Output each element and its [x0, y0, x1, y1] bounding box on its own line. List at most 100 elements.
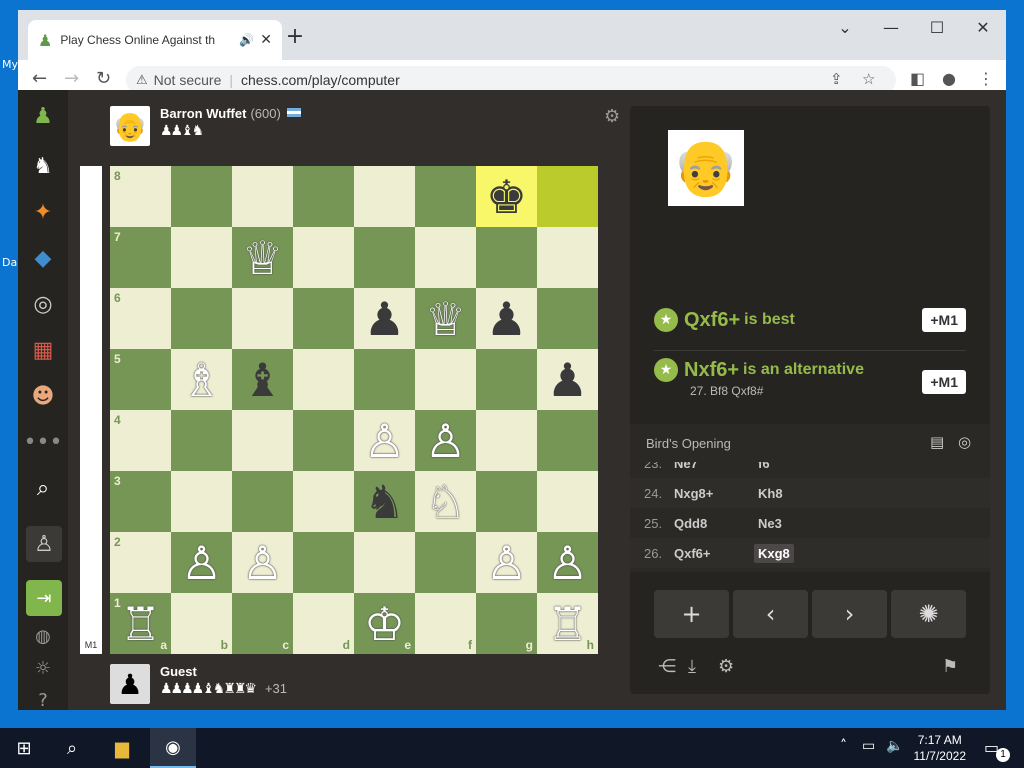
chessboard[interactable]: 8 ♚ 7 ♕ 6 ♟ ♕ ♟ 5 ♗ ♝ ♟ 4 ♙ ♙ 3 ♞ ♘ 2 ♙ ♙ ♙ ♙ 1 a ♖ b c d e ♔ f g h ♖: [110, 166, 598, 654]
black-move[interactable]: Ne3: [754, 514, 786, 533]
square-c5[interactable]: ♝: [232, 349, 293, 410]
play-icon[interactable]: ♞: [18, 148, 68, 184]
square-c6[interactable]: [232, 288, 293, 349]
square-g1[interactable]: g: [476, 593, 537, 654]
square-f5[interactable]: [415, 349, 476, 410]
square-h6[interactable]: [537, 288, 598, 349]
opening-name[interactable]: Bird's Opening: [646, 436, 731, 451]
square-e5[interactable]: [354, 349, 415, 410]
chrome-taskbar-icon[interactable]: ◉: [150, 728, 196, 768]
white-bishop-piece[interactable]: ♗: [181, 353, 222, 407]
square-g6[interactable]: ♟: [476, 288, 537, 349]
square-g4[interactable]: [476, 410, 537, 471]
search-icon[interactable]: ⌕: [18, 470, 68, 506]
resign-flag-icon[interactable]: ⚑: [942, 656, 958, 677]
back-icon[interactable]: ←: [32, 68, 47, 89]
square-e6[interactable]: ♟: [354, 288, 415, 349]
square-g8[interactable]: ♚: [476, 166, 537, 227]
square-d4[interactable]: [293, 410, 354, 471]
square-d7[interactable]: [293, 227, 354, 288]
square-c4[interactable]: [232, 410, 293, 471]
square-c2[interactable]: ♙: [232, 532, 293, 593]
square-c7[interactable]: ♕: [232, 227, 293, 288]
white-queen-piece[interactable]: ♕: [425, 292, 466, 346]
square-h5[interactable]: ♟: [537, 349, 598, 410]
white-move[interactable]: Ne7: [674, 462, 754, 471]
black-knight-piece[interactable]: ♞: [364, 475, 405, 529]
network-icon[interactable]: ▭: [862, 738, 875, 754]
puzzles-icon[interactable]: ✦: [18, 194, 68, 230]
theme-icon[interactable]: ☼: [18, 650, 68, 686]
square-a5[interactable]: 5: [110, 349, 171, 410]
black-move[interactable]: Kxg8: [754, 543, 794, 563]
watch-icon[interactable]: ◎: [18, 286, 68, 322]
square-b2[interactable]: ♙: [171, 532, 232, 593]
white-move[interactable]: Nxg8+: [674, 486, 754, 501]
white-pawn-piece[interactable]: ♙: [242, 536, 283, 590]
learn-icon[interactable]: ◆: [18, 240, 68, 276]
reload-icon[interactable]: ↻: [96, 68, 111, 89]
square-b8[interactable]: [171, 166, 232, 227]
more-icon[interactable]: •••: [18, 424, 68, 460]
black-pawn-piece[interactable]: ♟: [547, 353, 588, 407]
white-king-piece[interactable]: ♔: [364, 597, 405, 651]
square-d2[interactable]: [293, 532, 354, 593]
square-e8[interactable]: [354, 166, 415, 227]
share-game-icon[interactable]: ⋲: [658, 656, 676, 677]
book-icon[interactable]: ▤: [930, 433, 944, 451]
square-e7[interactable]: [354, 227, 415, 288]
language-globe-icon[interactable]: ◍: [18, 618, 68, 654]
square-h1[interactable]: h ♖: [537, 593, 598, 654]
taskbar-search-icon[interactable]: ⌕: [52, 728, 92, 768]
square-a8[interactable]: 8: [110, 166, 171, 227]
square-b5[interactable]: ♗: [171, 349, 232, 410]
next-move-button[interactable]: ›: [812, 590, 887, 638]
square-a7[interactable]: 7: [110, 227, 171, 288]
chess-logo-icon[interactable]: ♟: [18, 98, 68, 134]
hint-lightbulb-button[interactable]: ✺: [891, 590, 966, 638]
square-e1[interactable]: e ♔: [354, 593, 415, 654]
white-pawn-piece[interactable]: ♙: [547, 536, 588, 590]
square-h8[interactable]: [537, 166, 598, 227]
warning-icon[interactable]: ⚠: [136, 73, 148, 88]
square-h2[interactable]: ♙: [537, 532, 598, 593]
download-icon[interactable]: ⤓: [688, 656, 696, 677]
square-d1[interactable]: d: [293, 593, 354, 654]
forward-icon[interactable]: →: [64, 68, 79, 89]
square-b7[interactable]: [171, 227, 232, 288]
square-g3[interactable]: [476, 471, 537, 532]
black-pawn-piece[interactable]: ♟: [486, 292, 527, 346]
square-g5[interactable]: [476, 349, 537, 410]
browser-tab[interactable]: ♟ Play Chess Online Against th 🔊 ✕: [28, 20, 282, 60]
square-h7[interactable]: [537, 227, 598, 288]
black-move[interactable]: Kh8: [754, 484, 787, 503]
square-b1[interactable]: b: [171, 593, 232, 654]
tab-search-icon[interactable]: ⌄: [830, 18, 860, 37]
square-f7[interactable]: [415, 227, 476, 288]
close-window-icon[interactable]: ✕: [968, 18, 998, 37]
system-clock[interactable]: 7:17 AM 11/7/2022: [914, 732, 967, 764]
new-game-button[interactable]: +: [654, 590, 729, 638]
square-h3[interactable]: [537, 471, 598, 532]
menu-icon[interactable]: ⋮: [978, 69, 994, 88]
volume-icon[interactable]: 🔈: [886, 738, 903, 754]
square-b3[interactable]: [171, 471, 232, 532]
white-pawn-piece[interactable]: ♙: [364, 414, 405, 468]
square-g7[interactable]: [476, 227, 537, 288]
show-hidden-icons-icon[interactable]: ˄: [840, 738, 847, 754]
help-icon[interactable]: ?: [18, 682, 68, 711]
square-d8[interactable]: [293, 166, 354, 227]
square-d6[interactable]: [293, 288, 354, 349]
white-move[interactable]: Qxf6+: [674, 546, 754, 561]
url-text[interactable]: chess.com/play/computer: [241, 72, 400, 88]
close-tab-icon[interactable]: ✕: [260, 32, 272, 48]
minimize-icon[interactable]: —: [876, 18, 906, 37]
square-f1[interactable]: f: [415, 593, 476, 654]
speaker-icon[interactable]: 🔊: [239, 33, 254, 47]
square-b6[interactable]: [171, 288, 232, 349]
file-explorer-icon[interactable]: ▆: [102, 728, 142, 768]
white-rook-piece[interactable]: ♖: [120, 597, 161, 651]
square-d3[interactable]: [293, 471, 354, 532]
square-f8[interactable]: [415, 166, 476, 227]
black-bishop-piece[interactable]: ♝: [242, 353, 283, 407]
